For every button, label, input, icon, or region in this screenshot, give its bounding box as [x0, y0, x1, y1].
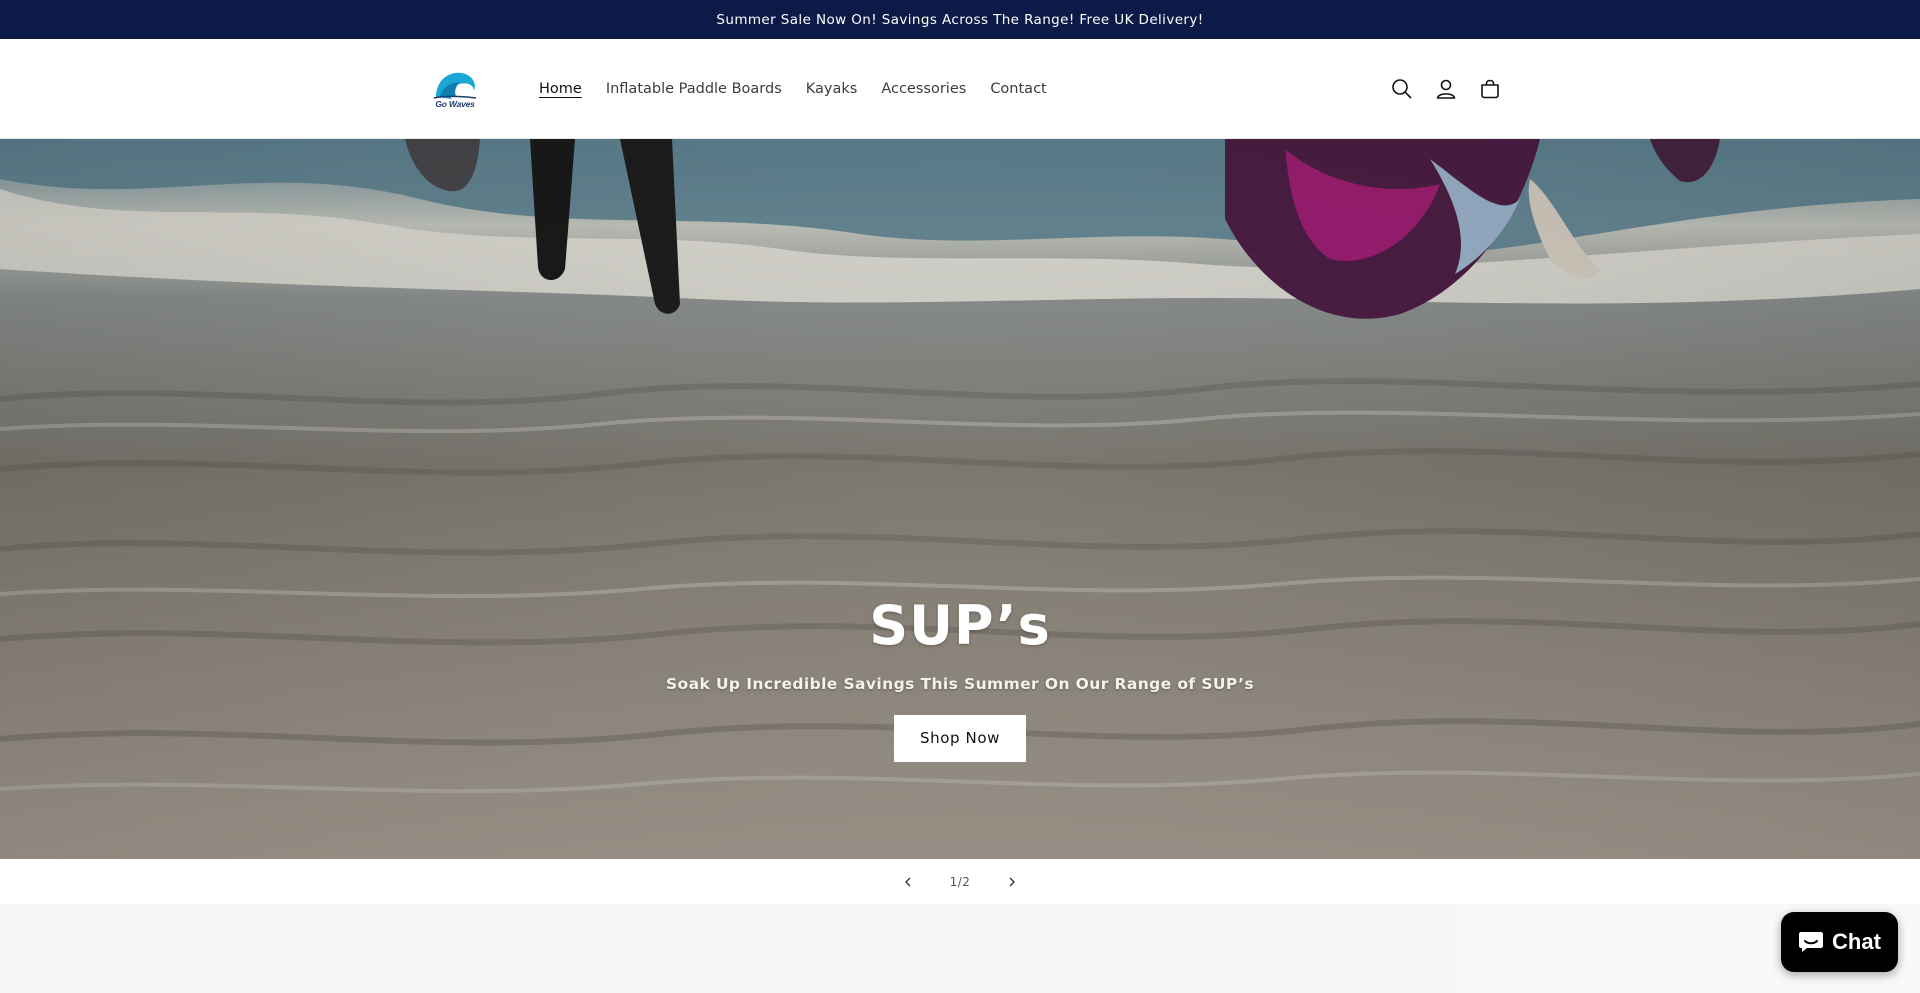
search-icon[interactable]	[1388, 75, 1416, 103]
slide-counter: 1/2	[949, 874, 971, 889]
next-section	[0, 904, 1920, 993]
nav-item-accessories[interactable]: Accessories	[881, 81, 966, 97]
hero-subtitle: Soak Up Incredible Savings This Summer O…	[665, 675, 1255, 693]
site-header: Go Waves Home Inflatable Paddle Boards K…	[0, 39, 1920, 139]
hero-title: SUP’s	[869, 594, 1051, 657]
chevron-left-icon[interactable]	[894, 868, 922, 896]
nav-item-kayaks[interactable]: Kayaks	[806, 81, 858, 97]
nav-item-contact[interactable]: Contact	[990, 81, 1046, 97]
chat-bubble-icon	[1799, 932, 1824, 952]
wave-logo-icon	[433, 72, 477, 99]
main-nav: Home Inflatable Paddle Boards Kayaks Acc…	[539, 39, 1071, 139]
chat-button[interactable]: Chat	[1781, 912, 1898, 972]
slider-controls: 1/2	[0, 859, 1920, 904]
cart-icon[interactable]	[1476, 75, 1504, 103]
shop-now-button[interactable]: Shop Now	[894, 715, 1026, 762]
site-logo[interactable]: Go Waves	[430, 67, 480, 113]
announcement-bar: Summer Sale Now On! Savings Across The R…	[0, 0, 1920, 39]
header-icons	[1388, 39, 1504, 139]
chat-label: Chat	[1832, 929, 1881, 954]
chevron-right-icon[interactable]	[998, 868, 1026, 896]
nav-item-home[interactable]: Home	[539, 81, 582, 97]
announcement-text: Summer Sale Now On! Savings Across The R…	[716, 11, 1204, 28]
nav-item-inflatable-paddle-boards[interactable]: Inflatable Paddle Boards	[606, 81, 782, 97]
account-icon[interactable]	[1432, 75, 1460, 103]
hero-banner: SUP’s Soak Up Incredible Savings This Su…	[0, 139, 1920, 859]
hero-content: SUP’s Soak Up Incredible Savings This Su…	[0, 594, 1920, 762]
logo-text: Go Waves	[435, 99, 475, 109]
